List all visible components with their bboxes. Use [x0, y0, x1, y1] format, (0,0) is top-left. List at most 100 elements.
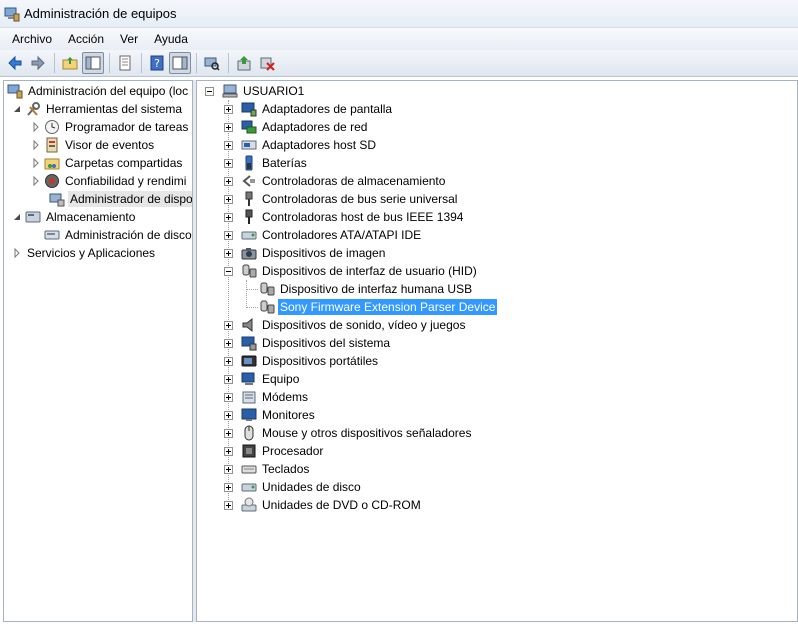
- device-category-label: Procesador: [262, 444, 324, 458]
- expanded-arrow-icon[interactable]: [12, 212, 22, 222]
- up-level-button[interactable]: [59, 52, 81, 74]
- menu-archivo[interactable]: Archivo: [4, 32, 60, 46]
- device-category-mice[interactable]: Mouse y otros dispositivos señaladores: [224, 424, 473, 442]
- tree-item-services-apps[interactable]: Servicios y Aplicaciones: [12, 244, 157, 262]
- expand-toggle[interactable]: [224, 320, 233, 330]
- forward-button[interactable]: [27, 52, 49, 74]
- collapsed-arrow-icon[interactable]: [31, 176, 41, 186]
- device-category-ieee1394[interactable]: Controladoras host de bus IEEE 1394: [224, 208, 465, 226]
- camera-icon: [241, 248, 257, 260]
- device-category-keyboards[interactable]: Teclados: [224, 460, 311, 478]
- tree-item-disk-management[interactable]: Administración de disco: [44, 226, 192, 244]
- back-button[interactable]: [4, 52, 26, 74]
- device-category-sound[interactable]: Dispositivos de sonido, vídeo y juegos: [224, 316, 467, 334]
- device-sony-firmware-parser[interactable]: Sony Firmware Extension Parser Device: [259, 298, 498, 316]
- expand-toggle[interactable]: [224, 248, 233, 258]
- expand-toggle[interactable]: [224, 230, 233, 240]
- device-category-sd-host[interactable]: Adaptadores host SD: [224, 136, 378, 154]
- console-tree-icon: [85, 56, 101, 70]
- device-category-hid[interactable]: Dispositivos de interfaz de usuario (HID…: [224, 262, 479, 280]
- expand-toggle[interactable]: [224, 428, 233, 438]
- show-action-pane-button[interactable]: [169, 52, 191, 74]
- device-category-processor[interactable]: Procesador: [224, 442, 325, 460]
- tree-item-reliability[interactable]: Confiabilidad y rendimi: [31, 172, 188, 190]
- device-category-portable[interactable]: Dispositivos portátiles: [224, 352, 380, 370]
- menu-ver[interactable]: Ver: [112, 32, 146, 46]
- tree-item-label: Servicios y Aplicaciones: [27, 246, 156, 260]
- collapse-toggle[interactable]: [205, 86, 214, 96]
- tree-item-storage[interactable]: Almacenamiento: [12, 208, 137, 226]
- device-category-system[interactable]: Dispositivos del sistema: [224, 334, 392, 352]
- expanded-arrow-icon[interactable]: [12, 104, 22, 114]
- device-category-imaging[interactable]: Dispositivos de imagen: [224, 244, 387, 262]
- hid-device-icon: [242, 264, 257, 278]
- tree-item-label: Confiabilidad y rendimi: [65, 174, 187, 188]
- menu-accion[interactable]: Acción: [60, 32, 112, 46]
- properties-icon: [119, 55, 131, 71]
- navigation-tree-pane[interactable]: Administración del equipo (loc Herramien…: [3, 80, 193, 622]
- expand-toggle[interactable]: [224, 122, 233, 132]
- update-driver-icon: [237, 56, 251, 71]
- tree-item-system-tools[interactable]: Herramientas del sistema: [12, 100, 184, 118]
- hid-device-icon: [260, 282, 275, 296]
- hid-device-icon: [260, 300, 275, 314]
- expand-toggle[interactable]: [224, 176, 233, 186]
- expand-toggle[interactable]: [224, 410, 233, 420]
- expand-toggle[interactable]: [224, 392, 233, 402]
- update-driver-button[interactable]: [233, 52, 255, 74]
- collapsed-arrow-icon[interactable]: [12, 248, 22, 258]
- network-adapter-icon: [241, 120, 257, 134]
- expand-toggle[interactable]: [224, 464, 233, 474]
- expand-toggle[interactable]: [224, 158, 233, 168]
- uninstall-button[interactable]: [256, 52, 278, 74]
- device-category-display-adapters[interactable]: Adaptadores de pantalla: [224, 100, 394, 118]
- display-adapter-icon: [241, 102, 257, 117]
- properties-button[interactable]: [114, 52, 136, 74]
- battery-icon: [245, 155, 253, 171]
- expand-toggle[interactable]: [224, 374, 233, 384]
- device-label: Dispositivo de interfaz humana USB: [280, 282, 473, 296]
- device-usb-hid[interactable]: Dispositivo de interfaz humana USB: [259, 280, 474, 298]
- expand-toggle[interactable]: [224, 140, 233, 150]
- scan-hardware-button[interactable]: [201, 52, 223, 74]
- expand-toggle[interactable]: [224, 446, 233, 456]
- expand-toggle[interactable]: [224, 500, 233, 510]
- collapsed-arrow-icon[interactable]: [31, 122, 41, 132]
- device-tree-root[interactable]: USUARIO1: [205, 82, 306, 100]
- svg-text:?: ?: [154, 57, 160, 70]
- device-category-storage-controllers[interactable]: Controladoras de almacenamiento: [224, 172, 447, 190]
- device-category-computer[interactable]: Equipo: [224, 370, 301, 388]
- device-category-label: Adaptadores host SD: [262, 138, 377, 152]
- device-category-monitors[interactable]: Monitores: [224, 406, 317, 424]
- device-category-usb-controllers[interactable]: Controladoras de bus serie universal: [224, 190, 459, 208]
- tree-item-shared-folders[interactable]: Carpetas compartidas: [31, 154, 184, 172]
- device-category-label: Baterías: [262, 156, 307, 170]
- expand-toggle[interactable]: [224, 104, 233, 114]
- device-category-modems[interactable]: Módems: [224, 388, 310, 406]
- expand-toggle[interactable]: [224, 356, 233, 366]
- expand-toggle[interactable]: [224, 338, 233, 348]
- device-tree-pane[interactable]: USUARIO1 Adaptadores de pantalla Adaptad…: [196, 80, 798, 622]
- help-button[interactable]: ?: [146, 52, 168, 74]
- device-category-dvd-cdrom[interactable]: Unidades de DVD o CD-ROM: [224, 496, 423, 514]
- tree-item-task-scheduler[interactable]: Programador de tareas: [31, 118, 190, 136]
- collapse-toggle[interactable]: [224, 266, 233, 276]
- device-category-batteries[interactable]: Baterías: [224, 154, 309, 172]
- menu-ayuda[interactable]: Ayuda: [146, 32, 196, 46]
- tree-item-root[interactable]: Administración del equipo (loc: [7, 82, 190, 100]
- expand-toggle[interactable]: [224, 212, 233, 222]
- expand-toggle[interactable]: [224, 482, 233, 492]
- device-category-disk-drives[interactable]: Unidades de disco: [224, 478, 363, 496]
- collapsed-arrow-icon[interactable]: [31, 140, 41, 150]
- tree-item-label: Visor de eventos: [65, 138, 155, 152]
- device-category-label: Dispositivos de interfaz de usuario (HID…: [262, 264, 477, 278]
- processor-icon: [242, 444, 256, 458]
- device-category-network-adapters[interactable]: Adaptadores de red: [224, 118, 369, 136]
- expand-toggle[interactable]: [224, 194, 233, 204]
- collapsed-arrow-icon[interactable]: [31, 158, 41, 168]
- device-category-ata-ide[interactable]: Controladores ATA/ATAPI IDE: [224, 226, 423, 244]
- show-hide-tree-button[interactable]: [82, 52, 104, 74]
- tree-item-label: Administración del equipo (loc: [28, 84, 189, 98]
- tree-item-device-manager[interactable]: Administrador de dispo: [49, 190, 192, 208]
- tree-item-event-viewer[interactable]: Visor de eventos: [31, 136, 156, 154]
